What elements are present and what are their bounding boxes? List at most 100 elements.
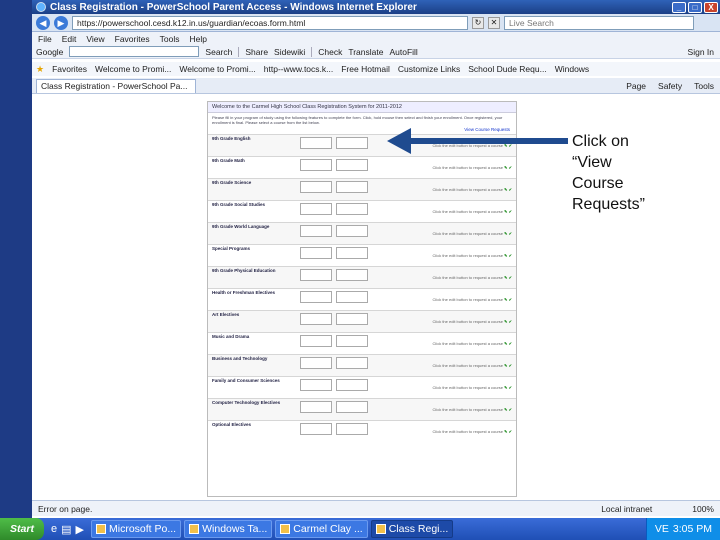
status-text[interactable]: Error on page. [38, 504, 92, 514]
course-request-note[interactable]: Click the edit button to request a cours… [433, 187, 512, 192]
page-menu[interactable]: Page [626, 81, 646, 91]
google-sidewiki-button[interactable]: Sidewiki [274, 47, 305, 57]
edit-pencil-icon[interactable]: ✎ [504, 407, 507, 412]
minimize-button[interactable]: _ [672, 1, 686, 13]
course-request-note[interactable]: Click the edit button to request a cours… [433, 297, 512, 302]
edit-pencil-icon[interactable]: ✎ [504, 187, 507, 192]
favorite-link[interactable]: Customize Links [398, 64, 460, 74]
course-selection-box[interactable] [336, 357, 368, 369]
edit-pencil-icon[interactable]: ✎ [504, 253, 507, 258]
favorite-link[interactable]: Welcome to Promi... [179, 64, 255, 74]
course-selection-box[interactable] [336, 313, 368, 325]
ie-quicklaunch-icon[interactable]: e [51, 523, 57, 536]
course-request-note[interactable]: Click the edit button to request a cours… [433, 253, 512, 258]
live-search-input[interactable]: Live Search [504, 15, 694, 30]
course-selection-box[interactable] [336, 181, 368, 193]
course-selection-box[interactable] [300, 159, 332, 171]
course-selection-box[interactable] [336, 401, 368, 413]
edit-pencil-icon[interactable]: ✎ [504, 209, 507, 214]
course-request-note[interactable]: Click the edit button to request a cours… [433, 385, 512, 390]
edit-pencil-icon[interactable]: ✎ [504, 275, 507, 280]
course-selection-box[interactable] [300, 203, 332, 215]
course-selection-box[interactable] [300, 401, 332, 413]
course-request-note[interactable]: Click the edit button to request a cours… [433, 209, 512, 214]
course-selection-box[interactable] [336, 203, 368, 215]
menu-view[interactable]: View [86, 34, 104, 44]
task-powerpoint[interactable]: Microsoft Po... [91, 520, 182, 538]
google-autofill-button[interactable]: AutoFill [389, 47, 417, 57]
forward-button[interactable]: ▶ [54, 15, 68, 30]
edit-pencil-icon[interactable]: ✎ [504, 429, 507, 434]
safety-menu[interactable]: Safety [658, 81, 682, 91]
google-share-button[interactable]: Share [245, 47, 268, 57]
task-carmel-clay[interactable]: Carmel Clay ... [275, 520, 368, 538]
course-request-note[interactable]: Click the edit button to request a cours… [433, 341, 512, 346]
course-request-note[interactable]: Click the edit button to request a cours… [433, 165, 512, 170]
favorite-link[interactable]: Free Hotmail [341, 64, 390, 74]
course-selection-box[interactable] [300, 357, 332, 369]
course-selection-box[interactable] [336, 423, 368, 435]
course-request-note[interactable]: Click the edit button to request a cours… [433, 319, 512, 324]
course-selection-box[interactable] [336, 159, 368, 171]
course-selection-box[interactable] [300, 335, 332, 347]
edit-pencil-icon[interactable]: ✎ [504, 363, 507, 368]
course-selection-box[interactable] [300, 423, 332, 435]
course-selection-box[interactable] [336, 247, 368, 259]
task-class-registration[interactable]: Class Regi... [370, 520, 454, 538]
course-selection-box[interactable] [300, 313, 332, 325]
course-request-note[interactable]: Click the edit button to request a cours… [433, 407, 512, 412]
edit-pencil-icon[interactable]: ✎ [504, 165, 507, 170]
media-quicklaunch-icon[interactable]: ▶ [76, 523, 84, 536]
tray-icons[interactable]: VE [655, 523, 669, 535]
course-request-note[interactable]: Click the edit button to request a cours… [433, 363, 512, 368]
edit-pencil-icon[interactable]: ✎ [504, 231, 507, 236]
course-selection-box[interactable] [300, 379, 332, 391]
course-selection-box[interactable] [300, 247, 332, 259]
menu-favorites[interactable]: Favorites [115, 34, 150, 44]
course-selection-box[interactable] [300, 181, 332, 193]
favorite-link[interactable]: Windows [555, 64, 589, 74]
course-selection-box[interactable] [336, 379, 368, 391]
favorite-link[interactable]: School Dude Requ... [468, 64, 546, 74]
close-button[interactable]: X [704, 1, 718, 13]
task-windows-task[interactable]: Windows Ta... [184, 520, 273, 538]
favorite-link[interactable]: Welcome to Promi... [95, 64, 171, 74]
favorites-button[interactable]: Favorites [52, 64, 87, 74]
google-search-button[interactable]: Search [205, 47, 232, 57]
course-request-note[interactable]: Click the edit button to request a cours… [433, 429, 512, 434]
tab-class-registration[interactable]: Class Registration - PowerSchool Pa... [36, 78, 196, 93]
folder-quicklaunch-icon[interactable]: ▤ [61, 523, 71, 536]
menu-file[interactable]: File [38, 34, 52, 44]
edit-pencil-icon[interactable]: ✎ [504, 385, 507, 390]
google-check-button[interactable]: Check [318, 47, 342, 57]
course-selection-box[interactable] [336, 269, 368, 281]
edit-pencil-icon[interactable]: ✎ [504, 319, 507, 324]
course-request-note[interactable]: Click the edit button to request a cours… [433, 231, 512, 236]
tools-menu[interactable]: Tools [694, 81, 714, 91]
course-selection-box[interactable] [300, 291, 332, 303]
course-selection-box[interactable] [336, 225, 368, 237]
course-selection-box[interactable] [336, 335, 368, 347]
maximize-button[interactable]: □ [688, 1, 702, 13]
google-translate-button[interactable]: Translate [348, 47, 383, 57]
course-request-note[interactable]: Click the edit button to request a cours… [433, 275, 512, 280]
menu-tools[interactable]: Tools [160, 34, 180, 44]
start-button[interactable]: Start [0, 518, 44, 540]
course-selection-box[interactable] [300, 225, 332, 237]
menu-edit[interactable]: Edit [62, 34, 77, 44]
favorite-link[interactable]: http--www.tocs.k... [264, 64, 333, 74]
edit-pencil-icon[interactable]: ✎ [504, 297, 507, 302]
edit-pencil-icon[interactable]: ✎ [504, 341, 507, 346]
back-button[interactable]: ◀ [36, 15, 50, 30]
url-input[interactable]: https://powerschool.cesd.k12.in.us/guard… [72, 15, 468, 30]
course-selection-box[interactable] [336, 291, 368, 303]
course-selection-box[interactable] [300, 137, 332, 149]
zoom-level[interactable]: 100% [692, 504, 714, 514]
course-selection-box[interactable] [300, 269, 332, 281]
course-selection-box[interactable] [336, 137, 368, 149]
menu-help[interactable]: Help [189, 34, 206, 44]
google-signin-button[interactable]: Sign In [688, 47, 714, 57]
refresh-icon[interactable]: ↻ [472, 16, 484, 29]
stop-icon[interactable]: ✕ [488, 16, 500, 29]
google-search-input[interactable] [69, 46, 200, 57]
